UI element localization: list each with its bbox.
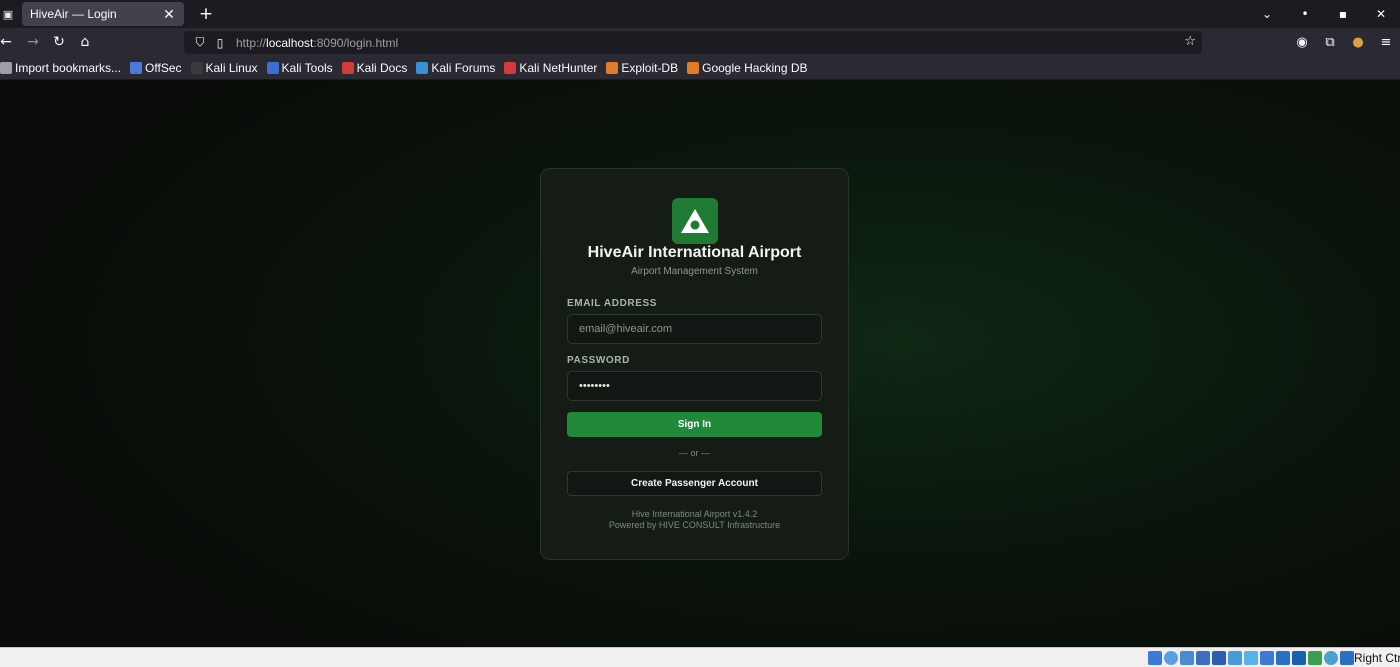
bookmark-item[interactable]: Kali NetHunter <box>504 61 597 75</box>
bookmark-label: OffSec <box>145 60 182 75</box>
shield-icon[interactable]: ⛉ <box>190 35 210 50</box>
home-icon[interactable]: ⌂ <box>72 28 98 56</box>
window-controls: ⌄ • ▪ ✕ <box>1248 0 1400 28</box>
page-subtitle: Airport Management System <box>631 266 758 277</box>
keyboard-capture-icon[interactable] <box>1340 651 1354 665</box>
page-title: HiveAir International Airport <box>587 244 802 261</box>
password-field[interactable] <box>567 371 822 401</box>
url-bar[interactable]: ⛉ ▯ http://localhost:8090/login.html ☆ <box>184 31 1202 54</box>
network-icon[interactable] <box>1196 651 1210 665</box>
bookmark-item[interactable]: Google Hacking DB <box>687 60 808 75</box>
login-page: HiveAir International Airport Airport Ma… <box>0 80 1400 647</box>
bookmark-label: Google Hacking DB <box>702 60 808 75</box>
bookmark-item[interactable]: OffSec <box>130 60 182 75</box>
url-text[interactable]: http://localhost:8090/login.html <box>236 36 398 50</box>
bookmark-label: Exploit-DB <box>621 60 679 75</box>
footer-version: Hive International Airport v1.4.2 <box>631 509 758 519</box>
create-account-button[interactable]: Create Passenger Account <box>567 471 822 496</box>
forward-icon[interactable]: → <box>20 28 46 56</box>
mouse-integration-icon[interactable] <box>1324 651 1338 665</box>
minimize-icon[interactable]: • <box>1286 7 1324 21</box>
email-label: EMAIL ADDRESS <box>567 298 658 309</box>
tab-title: HiveAir — Login <box>30 7 117 21</box>
bookmark-favicon-icon <box>504 61 517 74</box>
audio-icon[interactable] <box>1180 651 1194 665</box>
reload-icon[interactable]: ↻ <box>46 28 72 56</box>
account-icon[interactable]: ◉ <box>1288 35 1316 50</box>
tab-bar: ▣ HiveAir — Login ✕ + ⌄ • ▪ ✕ <box>0 0 1400 28</box>
usb-icon[interactable] <box>1212 651 1226 665</box>
vm-device-icons <box>1146 651 1354 665</box>
bookmark-item[interactable]: Kali Docs <box>341 60 408 75</box>
bookmark-favicon-icon <box>606 61 619 74</box>
screen-icon[interactable] <box>1260 651 1274 665</box>
bookmark-favicon-icon <box>266 61 279 74</box>
or-divider: — or — <box>678 448 710 458</box>
bookmark-favicon-icon <box>687 61 700 74</box>
shared-folder-icon[interactable] <box>1228 651 1242 665</box>
bookmark-item[interactable]: Import bookmarks... <box>0 61 121 75</box>
bookmark-item[interactable]: Kali Tools <box>266 60 333 75</box>
login-card: HiveAir International Airport Airport Ma… <box>540 168 849 560</box>
chevron-down-icon[interactable]: ⌄ <box>1248 7 1286 21</box>
bookmark-label: Kali Forums <box>431 60 496 75</box>
cpu-icon[interactable] <box>1292 651 1306 665</box>
hard-disk-icon[interactable] <box>1148 651 1162 665</box>
bookmark-label: Import bookmarks... <box>15 60 122 75</box>
email-field[interactable] <box>567 314 822 344</box>
bookmark-favicon-icon <box>130 61 143 74</box>
bookmark-star-icon[interactable]: ☆ <box>1184 34 1196 49</box>
bookmark-label: Kali Docs <box>356 60 408 75</box>
extensions-icon[interactable]: ⧉ <box>1316 35 1344 50</box>
bookmark-favicon-icon <box>190 61 203 74</box>
navigation-bar: ← → ↻ ⌂ ⛉ ▯ http://localhost:8090/login.… <box>0 28 1400 56</box>
guest-additions-icon[interactable] <box>1308 651 1322 665</box>
password-label: PASSWORD <box>567 355 630 366</box>
display-icon[interactable] <box>1244 651 1258 665</box>
tab-list-icon[interactable]: ▣ <box>0 0 16 28</box>
bookmark-item[interactable]: Kali Forums <box>416 61 495 75</box>
toolbar-right: ◉ ⧉ ● ≡ <box>1288 28 1400 56</box>
addon-icon[interactable]: ● <box>1344 35 1372 50</box>
browser-tab[interactable]: HiveAir — Login ✕ <box>22 2 184 26</box>
tab-close-icon[interactable]: ✕ <box>162 6 176 23</box>
footer-powered: Powered by HIVE CONSULT Infrastructure <box>608 520 781 530</box>
close-window-icon[interactable]: ✕ <box>1362 7 1400 21</box>
bookmarks-bar: Import bookmarks... OffSec Kali Linux Kali … <box>0 56 1400 80</box>
bookmark-label: Kali NetHunter <box>519 60 598 75</box>
recording-icon[interactable] <box>1276 651 1290 665</box>
host-key-label: Right Ctrl <box>1354 651 1400 665</box>
sign-in-button[interactable]: Sign In <box>567 412 822 437</box>
airport-logo-icon <box>672 198 718 244</box>
bookmark-favicon-icon <box>341 61 354 74</box>
page-info-icon[interactable]: ▯ <box>210 36 230 50</box>
bookmark-label: Kali Linux <box>205 60 258 75</box>
menu-icon[interactable]: ≡ <box>1372 35 1400 50</box>
new-tab-button[interactable]: + <box>196 4 216 24</box>
maximize-icon[interactable]: ▪ <box>1324 7 1362 21</box>
bookmark-favicon-icon <box>0 61 12 74</box>
bookmark-item[interactable]: Kali Linux <box>190 60 258 75</box>
optical-drive-icon[interactable] <box>1164 651 1178 665</box>
vm-status-bar: Right Ctrl <box>0 647 1400 667</box>
bookmark-favicon-icon <box>416 61 429 74</box>
bookmark-label: Kali Tools <box>281 60 333 75</box>
bookmark-item[interactable]: Exploit-DB <box>606 61 678 75</box>
back-icon[interactable]: ← <box>0 28 12 56</box>
